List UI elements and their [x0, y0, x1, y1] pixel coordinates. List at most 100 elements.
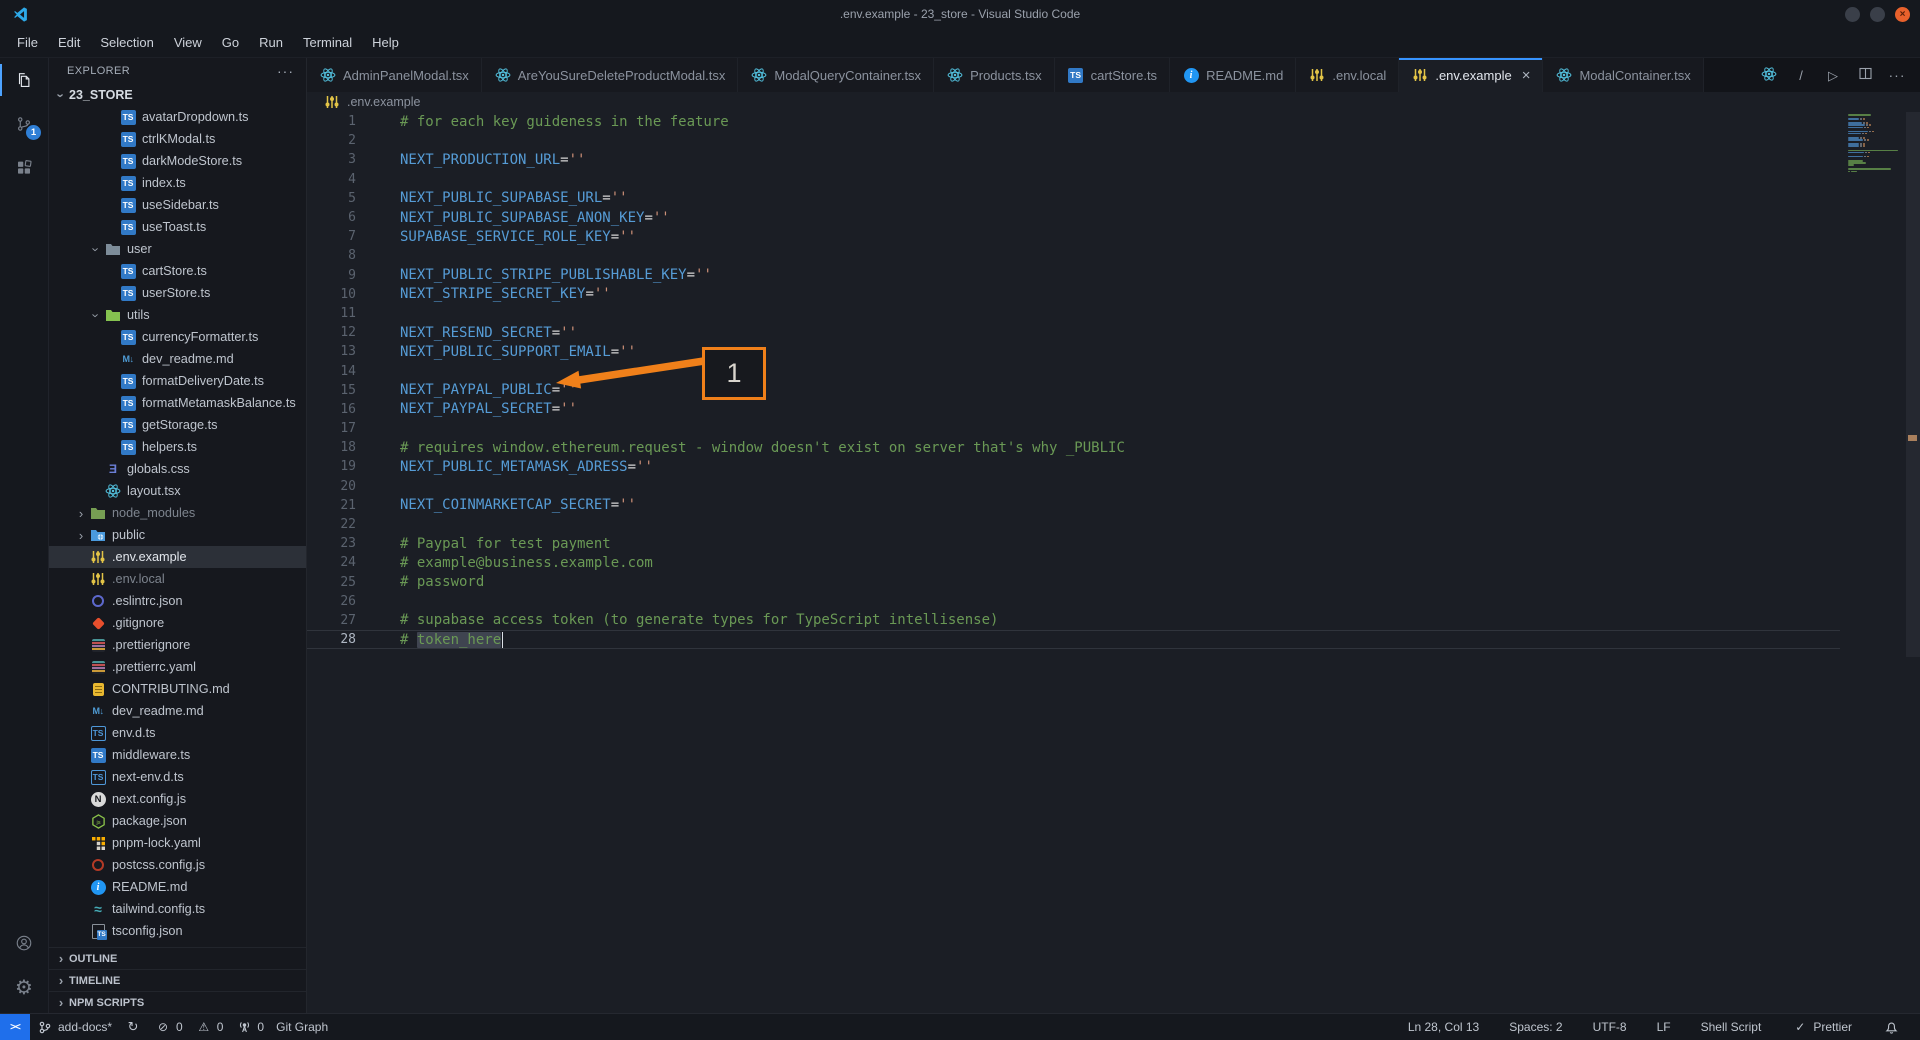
- code-line-20[interactable]: 20: [307, 477, 1840, 496]
- code-line-2[interactable]: 2: [307, 131, 1840, 150]
- code-line-24[interactable]: 24 # example@business.example.com: [307, 553, 1840, 572]
- tree-item-tailwind.config.ts[interactable]: ≈ tailwind.config.ts: [49, 898, 306, 920]
- editor-action-slash[interactable]: /: [1792, 67, 1810, 83]
- code-line-27[interactable]: 27 # supabase access token (to generate t…: [307, 611, 1840, 630]
- status-ln-28-col-13[interactable]: Ln 28, Col 13: [1402, 1014, 1485, 1040]
- tree-item-tsconfig.json[interactable]: TS tsconfig.json: [49, 920, 306, 942]
- tab-ModalContainer.tsx[interactable]: ModalContainer.tsx: [1543, 58, 1704, 92]
- tree-item-getStorage.ts[interactable]: TS getStorage.ts: [49, 414, 306, 436]
- tree-item-postcss.config.js[interactable]: postcss.config.js: [49, 854, 306, 876]
- code-line-13[interactable]: 13 NEXT_PUBLIC_SUPPORT_EMAIL='': [307, 342, 1840, 361]
- tree-item-.prettierignore[interactable]: .prettierignore: [49, 634, 306, 656]
- status-spaces-2[interactable]: Spaces: 2: [1503, 1014, 1568, 1040]
- activity-files[interactable]: [0, 58, 48, 102]
- tree-item-darkModeStore.ts[interactable]: TS darkModeStore.ts: [49, 150, 306, 172]
- tab-ModalQueryContainer.tsx[interactable]: ModalQueryContainer.tsx: [738, 58, 935, 92]
- code-line-26[interactable]: 26: [307, 592, 1840, 611]
- code-line-7[interactable]: 7 SUPABASE_SERVICE_ROLE_KEY='': [307, 227, 1840, 246]
- tree-item-utils[interactable]: › utils: [49, 304, 306, 326]
- code-line-5[interactable]: 5 NEXT_PUBLIC_SUPABASE_URL='': [307, 189, 1840, 208]
- status-0[interactable]: ⚠ 0: [189, 1014, 230, 1040]
- status-add-docs-[interactable]: add-docs*: [30, 1014, 118, 1040]
- menu-terminal[interactable]: Terminal: [294, 32, 361, 53]
- code-line-10[interactable]: 10 NEXT_STRIPE_SECRET_KEY='': [307, 285, 1840, 304]
- tree-item-useSidebar.ts[interactable]: TS useSidebar.ts: [49, 194, 306, 216]
- tree-item-public[interactable]: › public: [49, 524, 306, 546]
- menu-run[interactable]: Run: [250, 32, 292, 53]
- tree-item-middleware.ts[interactable]: TS middleware.ts: [49, 744, 306, 766]
- code-line-14[interactable]: 14: [307, 361, 1840, 380]
- section-npm-scripts[interactable]: › NPM SCRIPTS: [49, 991, 306, 1013]
- tab-.env.example[interactable]: .env.example ×: [1399, 58, 1544, 92]
- editor-action-play[interactable]: ▷: [1824, 67, 1842, 84]
- menu-view[interactable]: View: [165, 32, 211, 53]
- tree-item-next.config.js[interactable]: Nnext.config.js: [49, 788, 306, 810]
- tree-item-env.d.ts[interactable]: TS env.d.ts: [49, 722, 306, 744]
- tab-Products.tsx[interactable]: Products.tsx: [934, 58, 1055, 92]
- tab-AreYouSureDeleteProductModal.tsx[interactable]: AreYouSureDeleteProductModal.tsx: [481, 58, 739, 92]
- tree-item-.eslintrc.json[interactable]: .eslintrc.json: [49, 590, 306, 612]
- tree-item-CONTRIBUTING.md[interactable]: CONTRIBUTING.md: [49, 678, 306, 700]
- code-line-18[interactable]: 18 # requires window.ethereum.request - w…: [307, 438, 1840, 457]
- status-bell[interactable]: [1876, 1014, 1906, 1040]
- menu-edit[interactable]: Edit: [49, 32, 89, 53]
- code-line-21[interactable]: 21 NEXT_COINMARKETCAP_SECRET='': [307, 496, 1840, 515]
- code-line-19[interactable]: 19 NEXT_PUBLIC_METAMASK_ADRESS='': [307, 457, 1840, 476]
- menu-file[interactable]: File: [8, 32, 47, 53]
- code-line-3[interactable]: 3 NEXT_PRODUCTION_URL='': [307, 150, 1840, 169]
- close-button[interactable]: ×: [1895, 6, 1910, 22]
- code-line-6[interactable]: 6 NEXT_PUBLIC_SUPABASE_ANON_KEY='': [307, 208, 1840, 227]
- tree-item-.env.local[interactable]: .env.local: [49, 568, 306, 590]
- tab-AdminPanelModal.tsx[interactable]: AdminPanelModal.tsx: [307, 58, 482, 92]
- minimize-button[interactable]: [1845, 6, 1860, 22]
- status-sync[interactable]: ↻: [118, 1014, 148, 1040]
- menu-go[interactable]: Go: [213, 32, 248, 53]
- code-line-15[interactable]: 15 NEXT_PAYPAL_PUBLIC='': [307, 381, 1840, 400]
- tree-item-formatDeliveryDate.ts[interactable]: TS formatDeliveryDate.ts: [49, 370, 306, 392]
- activity-settings-gear[interactable]: ⚙: [0, 965, 48, 1009]
- tree-item-currencyFormatter.ts[interactable]: TS currencyFormatter.ts: [49, 326, 306, 348]
- code-line-22[interactable]: 22: [307, 515, 1840, 534]
- section-timeline[interactable]: › TIMELINE: [49, 969, 306, 991]
- activity-extensions[interactable]: [0, 146, 48, 190]
- remote-indicator[interactable]: ><: [0, 1014, 30, 1040]
- code-editor[interactable]: 1 # for each key guideness in the feature…: [307, 112, 1920, 1013]
- minimap[interactable]: [1846, 114, 1904, 173]
- status-lf[interactable]: LF: [1651, 1014, 1677, 1040]
- editor-action-split[interactable]: [1856, 67, 1874, 83]
- close-icon[interactable]: ×: [1522, 68, 1531, 83]
- tree-item-pnpm-lock.yaml[interactable]: pnpm-lock.yaml: [49, 832, 306, 854]
- status-0[interactable]: 0: [229, 1014, 270, 1040]
- tree-item-dev_readme.md[interactable]: M↓ dev_readme.md: [49, 700, 306, 722]
- tree-item-cartStore.ts[interactable]: TS cartStore.ts: [49, 260, 306, 282]
- tree-item-dev_readme.md[interactable]: M↓ dev_readme.md: [49, 348, 306, 370]
- tree-item-.prettierrc.yaml[interactable]: .prettierrc.yaml: [49, 656, 306, 678]
- tree-item-useToast.ts[interactable]: TS useToast.ts: [49, 216, 306, 238]
- tree-item-ctrlKModal.ts[interactable]: TS ctrlKModal.ts: [49, 128, 306, 150]
- tab-cartStore.ts[interactable]: TS cartStore.ts: [1054, 58, 1171, 92]
- code-line-4[interactable]: 4: [307, 170, 1840, 189]
- code-line-28[interactable]: 28 # token_here: [307, 630, 1840, 649]
- status-git-graph[interactable]: Git Graph: [270, 1014, 334, 1040]
- more-actions-icon[interactable]: ···: [277, 63, 294, 79]
- tree-item-package.json[interactable]: js package.json: [49, 810, 306, 832]
- maximize-button[interactable]: [1870, 6, 1885, 22]
- tree-item-user[interactable]: › user: [49, 238, 306, 260]
- tab-.env.local[interactable]: .env.local: [1296, 58, 1400, 92]
- code-line-1[interactable]: 1 # for each key guideness in the feature: [307, 112, 1840, 131]
- breadcrumb[interactable]: .env.example: [307, 92, 1920, 112]
- tree-item-avatarDropdown.ts[interactable]: TS avatarDropdown.ts: [49, 106, 306, 128]
- code-line-17[interactable]: 17: [307, 419, 1840, 438]
- editor-scrollbar[interactable]: [1906, 112, 1920, 657]
- status-shell-script[interactable]: Shell Script: [1695, 1014, 1768, 1040]
- code-line-16[interactable]: 16 NEXT_PAYPAL_SECRET='': [307, 400, 1840, 419]
- section-outline[interactable]: › OUTLINE: [49, 947, 306, 969]
- status-prettier[interactable]: ✓ Prettier: [1785, 1014, 1858, 1040]
- tree-item-.gitignore[interactable]: .gitignore: [49, 612, 306, 634]
- code-line-23[interactable]: 23 # Paypal for test payment: [307, 534, 1840, 553]
- code-line-12[interactable]: 12 NEXT_RESEND_SECRET='': [307, 323, 1840, 342]
- status-utf-8[interactable]: UTF-8: [1587, 1014, 1633, 1040]
- code-line-11[interactable]: 11: [307, 304, 1840, 323]
- tab-README.md[interactable]: i README.md: [1170, 58, 1297, 92]
- tree-item-layout.tsx[interactable]: layout.tsx: [49, 480, 306, 502]
